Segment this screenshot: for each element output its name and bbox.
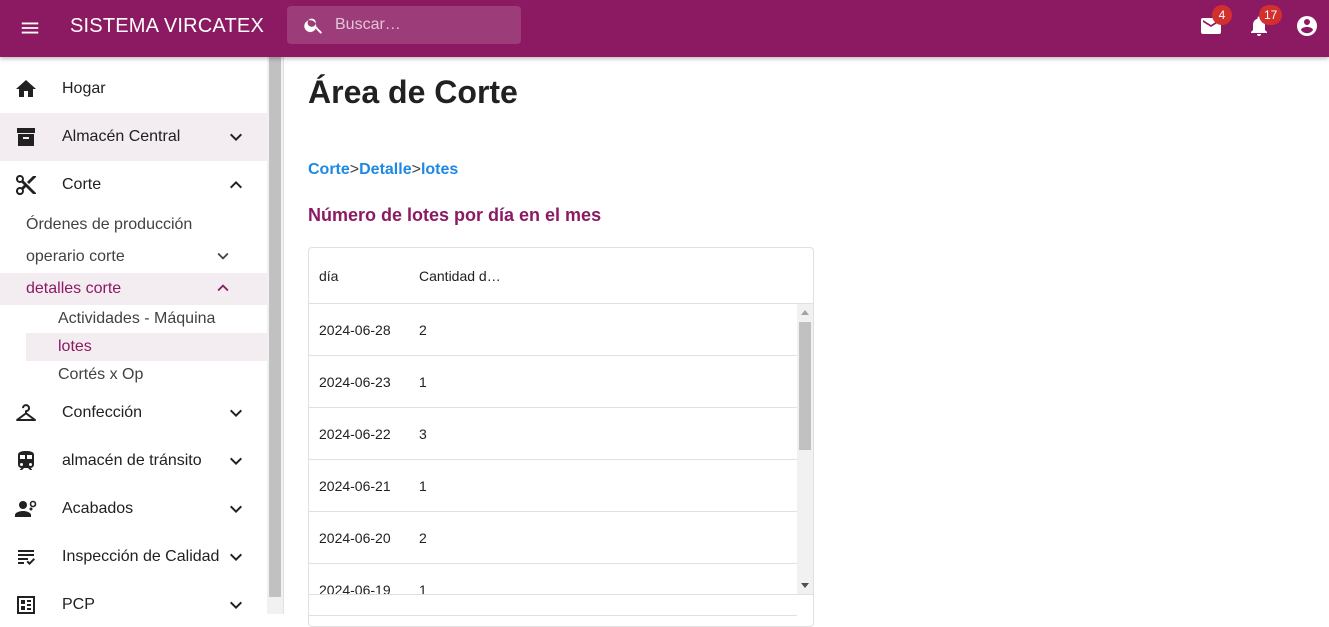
sidebar-item-label: Corte xyxy=(62,176,102,193)
menu-icon[interactable] xyxy=(14,12,46,44)
breadcrumb-lotes-link[interactable]: lotes xyxy=(421,161,458,178)
cell-dia: 2024-06-22 xyxy=(319,426,391,442)
table-row[interactable]: 2024-06-23 1 xyxy=(309,356,797,408)
main-content: Área de Corte Corte>Detalle>lotes Número… xyxy=(284,57,1329,627)
page-title: Área de Corte xyxy=(308,74,518,110)
chevron-down-icon xyxy=(224,449,248,473)
column-header-dia[interactable]: día xyxy=(319,267,338,285)
section-title: Número de lotes por día en el mes xyxy=(308,205,602,225)
sidebar-subsubitem-cortes-x-op[interactable]: Cortés x Op xyxy=(26,361,267,389)
sidebar-subsubitem-label: Actividades - Máquina xyxy=(58,310,216,327)
cell-dia: 2024-06-28 xyxy=(319,322,391,338)
mail-button[interactable]: 4 xyxy=(1195,5,1232,44)
cell-dia: 2024-06-23 xyxy=(319,374,391,390)
sidebar-item-hogar[interactable]: Hogar xyxy=(0,65,267,113)
breadcrumb-corte-link[interactable]: Corte xyxy=(308,161,350,178)
mail-badge: 4 xyxy=(1212,5,1232,25)
train-icon xyxy=(14,449,38,473)
sidebar-subsubitem-label: lotes xyxy=(58,338,92,355)
chevron-down-icon xyxy=(224,401,248,425)
chevron-down-icon xyxy=(224,125,248,149)
sidebar-item-pcp[interactable]: PCP xyxy=(0,581,267,614)
cell-dia: 2024-06-20 xyxy=(319,530,391,546)
breadcrumb-separator: > xyxy=(349,161,360,178)
cell-dia: 2024-06-21 xyxy=(319,478,391,494)
sidebar-subsubitem-lotes[interactable]: lotes xyxy=(26,333,267,361)
sidebar-scrollbar[interactable] xyxy=(267,57,283,614)
account-button[interactable] xyxy=(1291,12,1323,44)
sidebar-item-label: Acabados xyxy=(62,500,134,517)
sidebar-item-acabados[interactable]: Acabados xyxy=(0,485,267,533)
search-box[interactable] xyxy=(287,6,521,44)
grid-scrollbar[interactable] xyxy=(797,304,813,594)
sidebar-item-almacen-central[interactable]: Almacén Central xyxy=(0,113,267,161)
sidebar-item-label: Almacén Central xyxy=(62,128,181,145)
chevron-down-icon xyxy=(224,497,248,521)
grid-body: 2024-06-28 2 2024-06-23 1 2024-06-22 3 2… xyxy=(309,304,797,626)
sidebar-item-inspeccion-calidad[interactable]: Inspección de Calidad xyxy=(0,533,267,581)
sidebar-subitem-ordenes[interactable]: Órdenes de producción xyxy=(0,209,267,241)
notifications-badge: 17 xyxy=(1259,5,1283,25)
sidebar-item-label: Inspección de Calidad xyxy=(62,548,220,565)
sidebar-item-label: Confección xyxy=(62,404,143,421)
archive-icon xyxy=(14,125,38,149)
sidebar-subitem-detalles-corte[interactable]: detalles corte xyxy=(0,273,267,305)
data-grid: día Cantidad d… 2024-06-28 2 2024-06-23 … xyxy=(308,247,814,627)
sidebar-item-almacen-transito[interactable]: almacén de tránsito xyxy=(0,437,267,485)
chevron-down-icon xyxy=(224,593,248,614)
table-row[interactable]: 2024-06-22 3 xyxy=(309,408,797,460)
cell-cantidad: 2 xyxy=(419,530,427,546)
cell-cantidad: 1 xyxy=(419,582,427,598)
sidebar-item-label: PCP xyxy=(62,596,95,613)
dashboard-icon xyxy=(14,593,38,614)
search-input[interactable] xyxy=(335,6,515,44)
checklist-icon xyxy=(14,545,38,569)
sidebar-subsubitem-label: Cortés x Op xyxy=(58,366,144,383)
chevron-up-icon xyxy=(224,173,248,197)
chevron-down-icon xyxy=(224,545,248,569)
grid-footer-divider xyxy=(309,594,813,595)
breadcrumb: Corte>Detalle>lotes xyxy=(308,160,458,180)
breadcrumb-separator: > xyxy=(411,161,421,178)
search-icon xyxy=(303,14,325,36)
sidebar-item-label: Hogar xyxy=(62,80,106,97)
chevron-up-icon xyxy=(212,277,234,299)
cell-cantidad: 2 xyxy=(419,322,427,338)
grid-scrollbar-thumb[interactable] xyxy=(799,322,811,450)
table-row[interactable]: 2024-06-21 1 xyxy=(309,460,797,512)
sidebar-item-corte[interactable]: Corte xyxy=(0,161,267,209)
grid-header: día Cantidad d… xyxy=(309,248,813,304)
cell-cantidad: 1 xyxy=(419,478,427,494)
notifications-button[interactable]: 17 xyxy=(1243,5,1283,44)
app-title: SISTEMA VIRCATEX xyxy=(70,15,264,37)
home-icon xyxy=(14,77,38,101)
table-row[interactable]: 2024-06-19 1 xyxy=(309,564,797,616)
sidebar: Hogar Almacén Central Corte Órdenes de p… xyxy=(0,57,267,614)
sidebar-item-label: almacén de tránsito xyxy=(62,452,202,469)
cell-cantidad: 3 xyxy=(419,426,427,442)
table-row[interactable]: 2024-06-20 2 xyxy=(309,512,797,564)
cell-dia: 2024-06-19 xyxy=(319,582,391,598)
sidebar-subsubitem-actividades[interactable]: Actividades - Máquina xyxy=(26,305,267,333)
sidebar-subitem-label: Órdenes de producción xyxy=(26,216,193,233)
person-gear-icon xyxy=(14,497,38,521)
sidebar-item-confeccion[interactable]: Confección xyxy=(0,389,267,437)
scroll-up-arrow-icon[interactable] xyxy=(801,310,809,315)
sidebar-scrollbar-thumb[interactable] xyxy=(269,57,281,597)
sidebar-subitem-label: detalles corte xyxy=(26,280,122,297)
account-circle-icon xyxy=(1295,14,1319,43)
scissors-icon xyxy=(14,173,38,197)
cell-cantidad: 1 xyxy=(419,374,427,390)
column-header-cantidad[interactable]: Cantidad d… xyxy=(419,267,501,285)
sidebar-subitem-label: operario corte xyxy=(26,248,125,265)
hanger-icon xyxy=(14,401,38,425)
sidebar-subitem-operario-corte[interactable]: operario corte xyxy=(0,241,267,273)
table-row[interactable]: 2024-06-28 2 xyxy=(309,304,797,356)
scroll-down-arrow-icon[interactable] xyxy=(801,583,809,588)
breadcrumb-detalle-link[interactable]: Detalle xyxy=(359,161,411,178)
app-bar: SISTEMA VIRCATEX 4 17 xyxy=(0,0,1329,57)
chevron-down-icon xyxy=(212,245,234,267)
